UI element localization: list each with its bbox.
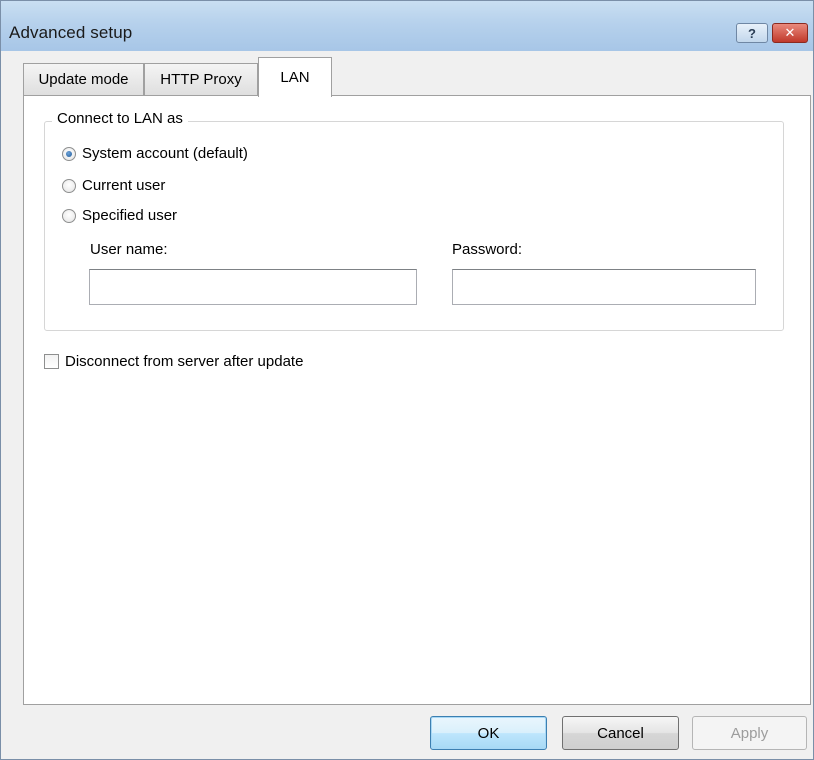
lan-tab-panel: Connect to LAN as System account (defaul…: [23, 95, 811, 705]
username-input[interactable]: [89, 269, 417, 305]
dialog-body: Update mode HTTP Proxy LAN Connect to LA…: [9, 51, 811, 751]
window-title: Advanced setup: [9, 23, 133, 42]
help-button[interactable]: ?: [736, 23, 768, 43]
password-label: Password:: [452, 241, 523, 258]
help-icon: ?: [748, 25, 756, 41]
cancel-button[interactable]: Cancel: [562, 716, 679, 750]
radio-system-account[interactable]: System account (default): [62, 145, 248, 162]
radio-button-checked[interactable]: [62, 146, 76, 161]
radio-button[interactable]: [62, 178, 76, 193]
tab-label: Update mode: [38, 71, 129, 88]
tab-label: LAN: [280, 69, 310, 86]
apply-button[interactable]: Apply: [692, 716, 807, 750]
radio-specified-user[interactable]: Specified user: [62, 207, 177, 224]
connect-group-label: Connect to LAN as: [52, 110, 188, 127]
tab-update-mode[interactable]: Update mode: [23, 63, 144, 95]
radio-label: System account (default): [82, 145, 248, 162]
radio-label: Specified user: [82, 207, 178, 224]
disconnect-checkbox[interactable]: [44, 354, 59, 369]
tab-label: HTTP Proxy: [160, 71, 242, 88]
username-label: User name:: [90, 241, 168, 258]
radio-current-user[interactable]: Current user: [62, 177, 165, 194]
tab-lan[interactable]: LAN: [258, 57, 332, 97]
advanced-setup-window: Advanced setup ? ✕ Update mode HTTP Prox…: [0, 0, 814, 760]
title-bar[interactable]: Advanced setup ? ✕: [1, 1, 813, 51]
ok-button[interactable]: OK: [430, 716, 547, 750]
checkbox-label: Disconnect from server after update: [65, 353, 304, 370]
password-input[interactable]: [452, 269, 756, 305]
radio-button[interactable]: [62, 208, 76, 223]
close-icon: ✕: [784, 25, 796, 40]
disconnect-option[interactable]: Disconnect from server after update: [44, 353, 303, 370]
close-button[interactable]: ✕: [772, 23, 808, 43]
radio-label: Current user: [82, 177, 166, 194]
tab-http-proxy[interactable]: HTTP Proxy: [144, 63, 258, 95]
